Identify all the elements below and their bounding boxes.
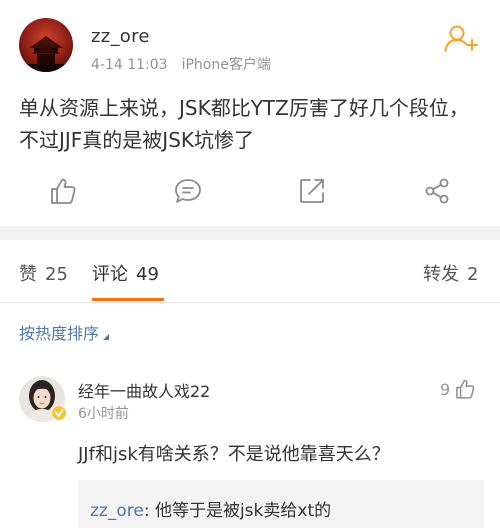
caret-icon — [103, 334, 110, 340]
comment-like-count: 9 — [440, 380, 451, 399]
verified-badge-icon — [51, 405, 67, 421]
author-username[interactable]: zz_ore — [91, 26, 150, 47]
tab-comments-count: 49 — [136, 264, 159, 285]
tab-reposts[interactable]: 转发 2 — [423, 260, 478, 286]
avatar-image — [19, 18, 73, 72]
verified-icon — [51, 405, 67, 421]
tab-likes-label: 赞 — [19, 264, 37, 285]
share-out-icon — [300, 179, 324, 203]
post-text: 单从资源上来说，JSK都比YTZ厉害了好几个段位，不过JJF真的是被JSK坑惨了 — [19, 96, 469, 152]
tab-likes[interactable]: 赞 25 — [19, 260, 68, 286]
thumb-up-icon — [456, 379, 475, 399]
repost-button[interactable] — [297, 176, 327, 206]
author-avatar[interactable] — [19, 18, 73, 72]
share-button[interactable] — [422, 176, 452, 206]
add-user-icon — [444, 25, 478, 52]
post-header: zz_ore 4-14 11:03 iPhone客户端 — [0, 0, 500, 86]
active-tab-indicator — [92, 298, 164, 301]
comment-icon — [175, 179, 201, 203]
tab-reposts-label: 转发 — [423, 264, 459, 285]
commenter-name[interactable]: 经年一曲故人戏22 — [78, 378, 210, 402]
reply-author[interactable]: zz_ore — [90, 501, 144, 521]
reply-text: : 他等于是被jsk卖给xt的 — [143, 501, 332, 521]
tab-comments[interactable]: 评论 49 — [92, 260, 159, 286]
comment-button[interactable] — [173, 176, 203, 206]
share-nodes-icon — [425, 178, 449, 204]
post-date: 4-14 11:03 — [91, 57, 168, 73]
post-meta: 4-14 11:03 iPhone客户端 — [91, 54, 271, 74]
comment-time: 6小时前 — [78, 406, 129, 422]
follow-button[interactable] — [444, 24, 478, 54]
interaction-tabs: 赞 25 评论 49 转发 2 — [0, 240, 500, 303]
like-button[interactable] — [48, 176, 78, 206]
reply-preview[interactable]: zz_ore: 他等于是被jsk卖给xt的 — [78, 480, 484, 528]
comment-text: JJf和jsk有啥关系？不是说他靠喜天么？ — [78, 444, 390, 465]
thumb-up-icon — [51, 178, 76, 204]
tab-likes-count: 25 — [45, 264, 68, 285]
post-client: iPhone客户端 — [181, 57, 271, 73]
sort-label: 按热度排序 — [19, 324, 100, 343]
reply-line: zz_ore: 他等于是被jsk卖给xt的 — [90, 496, 331, 521]
post-action-bar — [0, 176, 500, 210]
tab-comments-label: 评论 — [92, 264, 128, 285]
tab-reposts-count: 2 — [467, 264, 479, 285]
section-divider — [0, 226, 500, 240]
sort-by-popularity[interactable]: 按热度排序 — [19, 320, 110, 344]
